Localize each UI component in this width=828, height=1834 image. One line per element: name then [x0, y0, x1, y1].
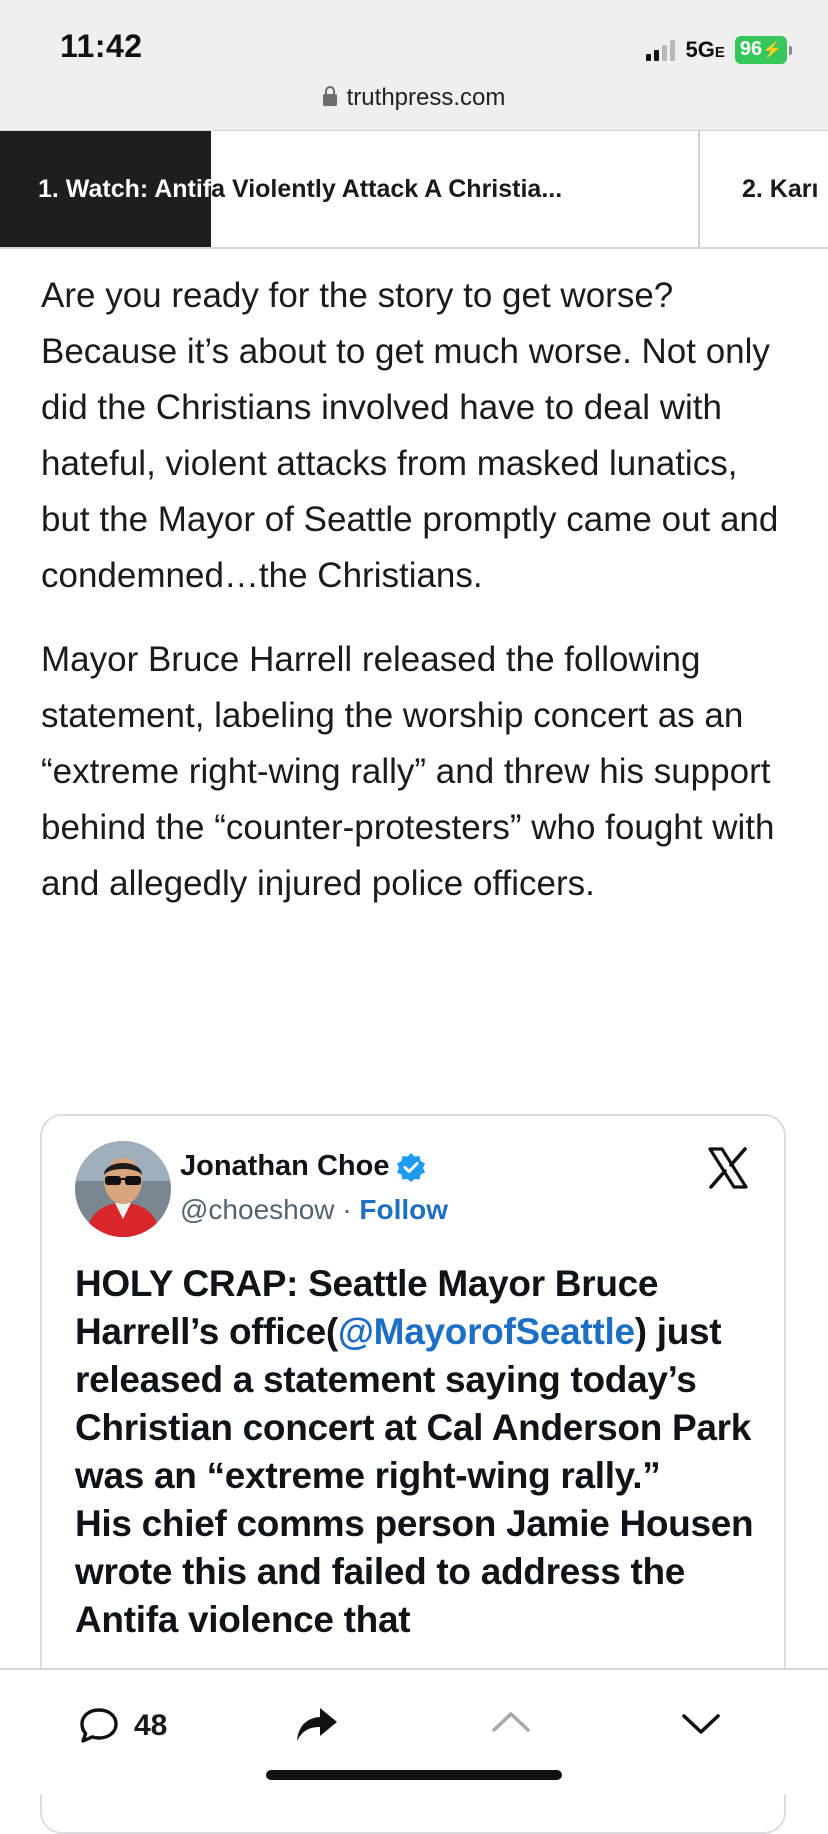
verified-badge-icon	[397, 1152, 426, 1182]
follow-link[interactable]: Follow	[359, 1194, 448, 1225]
address-bar[interactable]: truthpress.com	[0, 84, 828, 112]
share-button[interactable]	[294, 1704, 340, 1751]
chevron-down-icon	[682, 1714, 720, 1734]
scroll-down-button[interactable]	[680, 1710, 722, 1743]
avatar[interactable]	[75, 1141, 171, 1237]
tweet-text: HOLY CRAP: Seattle Mayor Bruce Harrell’s…	[75, 1263, 754, 1640]
tweet-handle[interactable]: @choeshow	[180, 1194, 335, 1225]
story-title: 1. Watch: Antifa Violently Attack A Chri…	[38, 174, 563, 203]
browser-top-bar: 11:42 5GE 96⚡ truthpress.com	[0, 0, 828, 131]
story-title: 2. Karı	[742, 174, 819, 203]
network-type: 5GE	[685, 37, 725, 62]
article-paragraph: Are you ready for the story to get worse…	[41, 276, 779, 595]
article-paragraph: Mayor Bruce Harrell released the followi…	[41, 640, 775, 903]
comment-icon	[80, 1708, 118, 1743]
top-stories-carousel[interactable]: 1. Watch: Antifa Violently Attack A Chri…	[0, 131, 828, 249]
comments-button[interactable]: 48	[78, 1706, 167, 1746]
scroll-up-button[interactable]	[490, 1708, 532, 1741]
battery-icon: 96⚡	[734, 36, 792, 64]
battery-level: 96⚡	[734, 36, 787, 64]
article-body: Are you ready for the story to get worse…	[41, 268, 781, 940]
status-indicators: 5GE 96⚡	[646, 36, 792, 64]
home-indicator[interactable]	[266, 1770, 562, 1780]
tweet-author[interactable]: Jonathan Choe	[180, 1150, 426, 1183]
chevron-up-icon	[492, 1712, 530, 1732]
comment-count: 48	[134, 1709, 168, 1742]
share-arrow-icon	[297, 1708, 337, 1741]
story-item-1[interactable]: 1. Watch: Antifa Violently Attack A Chri…	[0, 131, 700, 247]
x-logo-icon[interactable]	[706, 1146, 750, 1190]
lock-icon	[322, 86, 337, 106]
story-item-2[interactable]: 2. Karı	[702, 131, 828, 247]
bottom-toolbar: 48	[0, 1668, 828, 1794]
status-time: 11:42	[60, 28, 143, 64]
url-text: truthpress.com	[346, 84, 506, 111]
mention-link[interactable]: @MayorofSeattle	[338, 1311, 635, 1352]
tweet-handle-row: @choeshow · Follow	[180, 1194, 449, 1225]
signal-strength-icon	[646, 39, 676, 61]
